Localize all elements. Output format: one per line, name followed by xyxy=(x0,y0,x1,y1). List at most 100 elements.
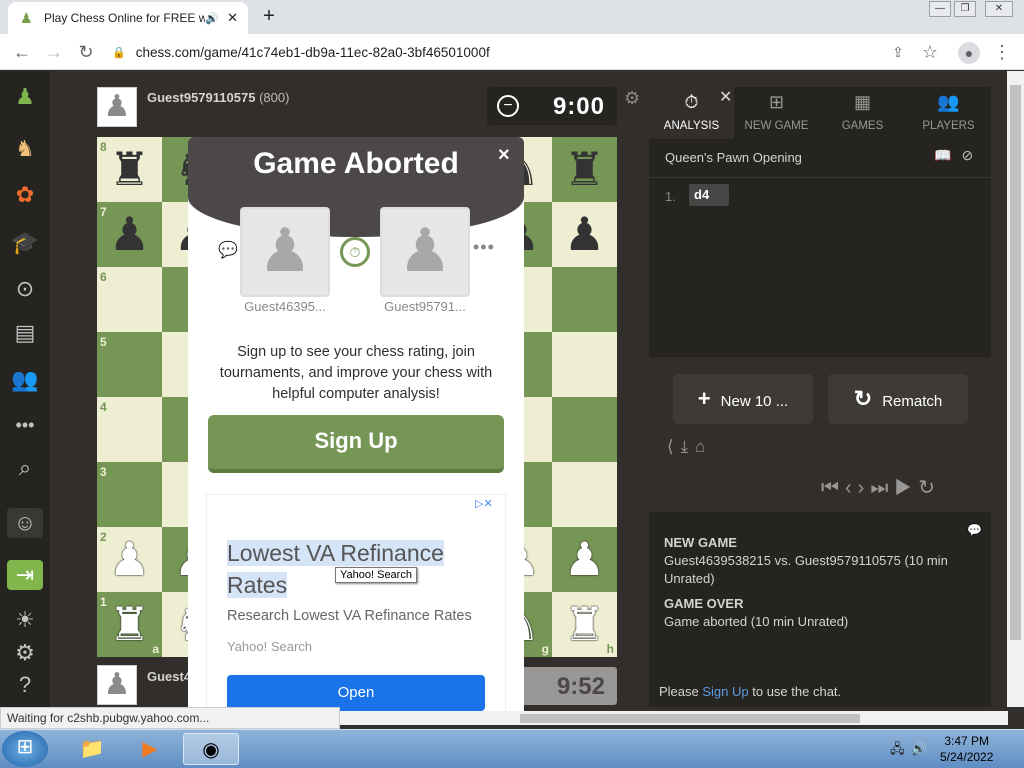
bookmark-star-icon[interactable]: ☆ xyxy=(920,42,940,62)
reload-icon[interactable]: ↻ xyxy=(76,42,96,62)
volume-icon[interactable]: 🔊 xyxy=(911,741,933,756)
horizontal-scroll-thumb[interactable] xyxy=(520,714,860,723)
board-settings-gear-icon[interactable]: ⚙ xyxy=(624,88,640,109)
explorer-taskbar-icon[interactable]: 📁 xyxy=(64,733,120,765)
log-heading: GAME OVER xyxy=(664,596,744,611)
more-options-icon[interactable]: ••• xyxy=(473,237,495,258)
chat-sign-up-link[interactable]: Sign Up xyxy=(702,684,748,699)
board-square[interactable]: 2 ♟ xyxy=(97,527,162,592)
tab-games[interactable]: ▦ GAMES xyxy=(820,87,905,139)
social-icon[interactable]: 👥 xyxy=(10,365,40,395)
help-icon[interactable]: ? xyxy=(10,670,40,700)
white-piece[interactable]: ♜ xyxy=(97,592,162,657)
ad-open-button[interactable]: Open xyxy=(227,675,485,711)
modal-close-icon[interactable]: × xyxy=(498,144,510,167)
share-icon[interactable]: ⟨ xyxy=(667,437,681,456)
restore-button[interactable]: ❐ xyxy=(954,1,976,17)
play-icon[interactable]: ▶ xyxy=(894,477,918,499)
board-square[interactable]: 3 xyxy=(97,462,162,527)
add-user-icon[interactable]: ☺ xyxy=(7,508,43,538)
compass-icon[interactable]: ⊘ xyxy=(961,147,983,163)
black-piece[interactable]: ♟ xyxy=(97,202,162,267)
download-icon[interactable]: ⤓ xyxy=(681,437,696,456)
network-icon[interactable]: 🖧 xyxy=(890,741,911,756)
rank-label: 3 xyxy=(100,465,107,479)
taskbar-clock[interactable]: 3:47 PM 5/24/2022 xyxy=(940,733,993,765)
start-button[interactable]: ⊞ xyxy=(2,731,48,767)
advertisement[interactable]: ▷✕ Lowest VA Refinance Rates Yahoo! Sear… xyxy=(206,494,506,712)
flip-icon[interactable]: ↻ xyxy=(918,477,941,499)
status-bar: Waiting for c2shb.pubgw.yahoo.com... xyxy=(0,707,340,729)
top-player-info[interactable]: Guest9579110575 (800) xyxy=(147,90,289,105)
close-analysis-icon[interactable]: ✕ xyxy=(719,87,732,107)
board-square[interactable]: ♜ xyxy=(552,137,617,202)
bottom-player-name[interactable]: Guest4 xyxy=(147,669,191,684)
black-piece[interactable]: ♜ xyxy=(97,137,162,202)
next-move-icon[interactable]: › xyxy=(858,477,871,499)
sign-up-button[interactable]: Sign Up xyxy=(208,415,504,473)
board-square[interactable]: ♟ xyxy=(552,527,617,592)
new-tab-button[interactable]: + xyxy=(258,6,280,28)
binoculars-icon[interactable]: ⊙ xyxy=(10,274,40,304)
board-square[interactable] xyxy=(552,332,617,397)
close-tab-icon[interactable]: ✕ xyxy=(227,10,238,26)
puzzle-icon[interactable]: ✿ xyxy=(10,180,40,210)
book-icon[interactable]: 📖 xyxy=(934,147,961,163)
ad-subtitle[interactable]: Research Lowest VA Refinance Rates xyxy=(227,608,472,624)
white-piece[interactable]: ♜ xyxy=(552,592,617,657)
board-square[interactable]: h ♜ xyxy=(552,592,617,657)
white-piece[interactable]: ♟ xyxy=(97,527,162,592)
last-move-icon[interactable]: ⏭ xyxy=(870,477,894,499)
bottom-player-avatar[interactable]: ♟ xyxy=(97,665,137,705)
chess-logo-icon[interactable]: ♟ xyxy=(10,82,40,112)
search-icon[interactable]: ⌕ xyxy=(10,453,40,483)
profile-icon[interactable]: ● xyxy=(958,42,980,64)
board-square[interactable]: ♟ xyxy=(552,202,617,267)
ad-choices-icon[interactable]: ▷✕ xyxy=(475,497,493,510)
theme-icon[interactable]: ☀ xyxy=(10,605,40,635)
close-window-button[interactable]: ✕ xyxy=(985,1,1013,17)
black-piece[interactable]: ♟ xyxy=(552,202,617,267)
board-square[interactable]: 8 ♜ xyxy=(97,137,162,202)
rematch-button[interactable]: ↻ Rematch xyxy=(828,374,968,424)
move-item[interactable]: d4 xyxy=(689,184,729,206)
gear-icon[interactable]: ⚙ xyxy=(10,638,40,668)
back-icon[interactable]: ← xyxy=(12,42,32,62)
media-player-taskbar-icon[interactable]: ▶ xyxy=(122,733,178,765)
first-move-icon[interactable]: ⏮ xyxy=(821,477,845,499)
vertical-scroll-thumb[interactable] xyxy=(1010,85,1021,640)
menu-kebab-icon[interactable]: ⋮ xyxy=(992,42,1012,62)
prev-move-icon[interactable]: ‹ xyxy=(845,477,858,499)
black-piece[interactable]: ♜ xyxy=(552,137,617,202)
address-bar[interactable]: 🔒 chess.com/game/41c74eb1-db9a-11ec-82a0… xyxy=(112,40,942,64)
learn-cap-icon[interactable]: 🎓 xyxy=(10,228,40,258)
board-square[interactable]: 7 ♟ xyxy=(97,202,162,267)
play-knight-icon[interactable]: ♞ xyxy=(10,134,40,164)
board-square[interactable] xyxy=(552,397,617,462)
speaker-icon[interactable]: 🔊 xyxy=(205,12,219,25)
board-square[interactable] xyxy=(552,462,617,527)
board-square[interactable] xyxy=(552,267,617,332)
tab-new-game[interactable]: ⊞ NEW GAME xyxy=(734,87,819,139)
top-player-avatar[interactable]: ♟ xyxy=(97,87,137,127)
board-square[interactable]: 1 a ♜ xyxy=(97,592,162,657)
minimize-button[interactable]: — xyxy=(929,1,951,17)
login-icon[interactable]: ⇥ xyxy=(7,560,43,590)
share-icon[interactable]: ⇪ xyxy=(888,42,908,62)
opening-name[interactable]: Queen's Pawn Opening xyxy=(665,150,802,165)
analysis-icon[interactable]: ⌂ xyxy=(695,437,712,456)
board-square[interactable]: 5 xyxy=(97,332,162,397)
white-piece[interactable]: ♟ xyxy=(552,527,617,592)
chrome-taskbar-icon[interactable]: ◉ xyxy=(183,733,239,765)
new-game-button[interactable]: + New 10 ... xyxy=(673,374,813,424)
board-square[interactable]: 6 xyxy=(97,267,162,332)
board-square[interactable]: 4 xyxy=(97,397,162,462)
timer-icon: ⏱ xyxy=(340,237,370,267)
tab-players[interactable]: 👥 PLAYERS xyxy=(906,87,991,139)
chat-bubble-icon[interactable]: 💬 xyxy=(218,240,238,260)
game-log: NEW GAME Guest4639538215 vs. Guest957911… xyxy=(664,534,984,631)
forward-icon[interactable]: → xyxy=(44,42,64,62)
more-dots-icon[interactable]: ••• xyxy=(10,410,40,440)
browser-tab[interactable]: ♟ Play Chess Online for FREE w 🔊 ✕ xyxy=(8,2,248,34)
news-icon[interactable]: ▤ xyxy=(10,318,40,348)
